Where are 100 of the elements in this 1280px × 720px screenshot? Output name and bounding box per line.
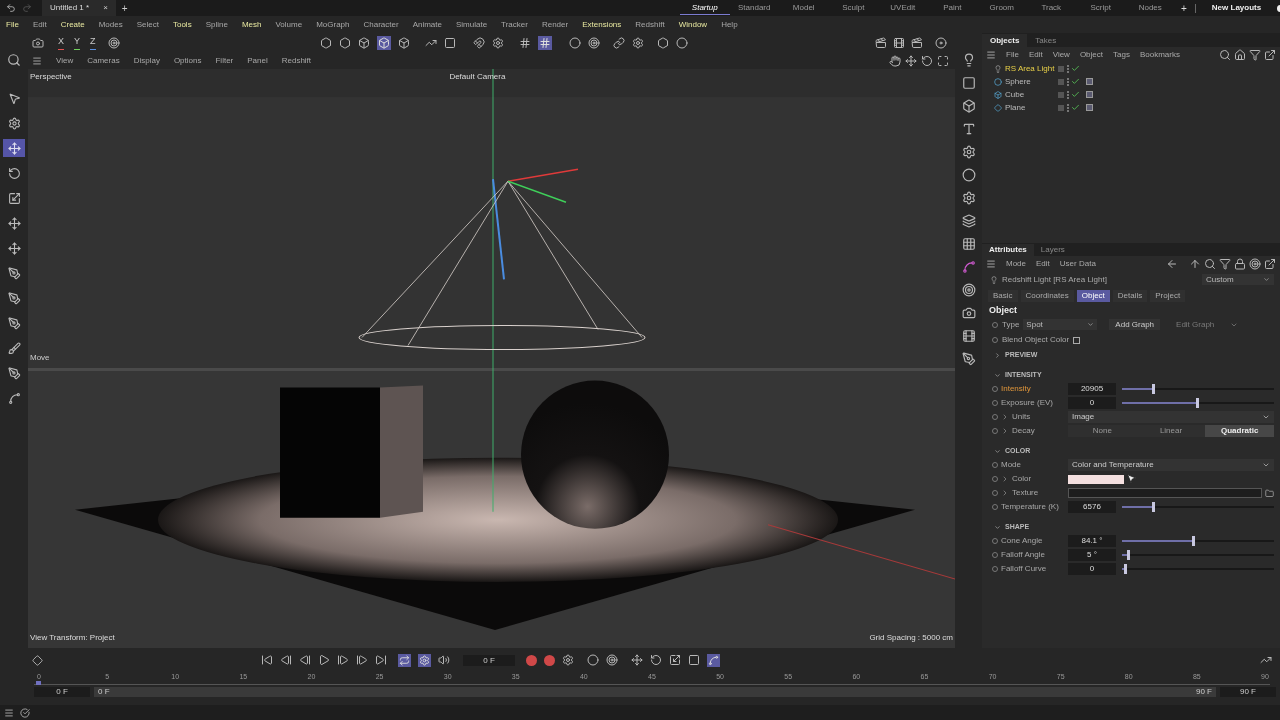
layout-tab[interactable]: Model: [779, 2, 829, 14]
move-icon[interactable]: [631, 654, 643, 666]
hexagon-icon[interactable]: [338, 36, 351, 49]
menu-item[interactable]: Tracker: [501, 18, 528, 31]
filter-icon[interactable]: [1249, 48, 1261, 61]
settings-icon[interactable]: [631, 36, 644, 49]
snap-grid-button[interactable]: [537, 35, 552, 50]
dropdown[interactable]: Color and Temperature: [1068, 459, 1274, 471]
segment-option[interactable]: Quadratic: [1205, 425, 1274, 437]
range-bar[interactable]: 0 F 90 F: [94, 686, 1216, 697]
menu-item[interactable]: Select: [136, 18, 159, 31]
number-field[interactable]: 5 °: [1068, 549, 1116, 561]
slider-thumb[interactable]: [1152, 502, 1156, 512]
maximize-icon[interactable]: [937, 54, 949, 67]
segment-option[interactable]: None: [1068, 425, 1137, 437]
viewport-menu-item[interactable]: Panel: [247, 54, 268, 67]
step-forward-icon[interactable]: [356, 654, 368, 666]
object-item[interactable]: Sphere: [994, 75, 1058, 88]
camera-icon[interactable]: [961, 306, 976, 320]
texture-field[interactable]: [1068, 488, 1262, 498]
panel-menu-item[interactable]: View: [1052, 48, 1070, 61]
play-icon[interactable]: [318, 654, 330, 666]
pen-icon[interactable]: [961, 352, 976, 366]
hexagon-icon[interactable]: [656, 36, 669, 49]
panel-menu-item[interactable]: Object: [1079, 48, 1103, 61]
number-field[interactable]: 84.1 °: [1068, 535, 1116, 547]
layout-tab[interactable]: Startup: [680, 1, 730, 15]
graph-icon[interactable]: [1260, 654, 1272, 666]
point-level-button[interactable]: [707, 653, 720, 667]
circle-icon[interactable]: [568, 36, 581, 49]
axis-toggle[interactable]: Y: [74, 35, 81, 50]
gear-icon[interactable]: [961, 191, 976, 205]
auto-button[interactable]: [418, 653, 431, 667]
document-tab[interactable]: Untitled 1 * ×: [42, 0, 116, 16]
panel-tab[interactable]: Attributes: [982, 244, 1034, 256]
gear-icon[interactable]: [961, 145, 976, 159]
end-frame-field[interactable]: 90 F: [1220, 686, 1276, 697]
menu-icon[interactable]: [4, 707, 14, 718]
new-tab-button[interactable]: +: [121, 0, 128, 16]
search-icon[interactable]: [1204, 257, 1216, 270]
search-icon[interactable]: [1219, 48, 1231, 61]
expand-icon[interactable]: [1001, 489, 1009, 497]
add-layout-button[interactable]: +: [1181, 0, 1187, 16]
menu-item[interactable]: Simulate: [456, 18, 488, 31]
parameter-icon[interactable]: [688, 654, 700, 666]
number-field[interactable]: 0: [1068, 563, 1116, 575]
circle-icon[interactable]: [961, 168, 976, 182]
object-item[interactable]: Plane: [994, 101, 1058, 114]
panel-menu-item[interactable]: Tags: [1113, 48, 1130, 61]
back-icon[interactable]: [1166, 257, 1178, 270]
scale-icon[interactable]: [669, 654, 681, 666]
object-item[interactable]: Cube: [994, 88, 1058, 101]
search-icon[interactable]: [7, 53, 21, 67]
film-icon[interactable]: [961, 329, 976, 343]
square-icon[interactable]: [961, 76, 976, 90]
camera-icon[interactable]: [32, 36, 44, 49]
attribute-tab[interactable]: Object: [1076, 289, 1110, 302]
menu-item[interactable]: Tools: [172, 18, 192, 31]
menu-icon[interactable]: [986, 258, 996, 269]
move-icon[interactable]: [905, 54, 917, 67]
panel-menu-item[interactable]: Mode: [1006, 257, 1026, 270]
panel-menu-item[interactable]: Edit: [1028, 48, 1043, 61]
film-icon[interactable]: [893, 36, 905, 49]
slider-thumb[interactable]: [1191, 536, 1195, 546]
layout-tab[interactable]: Paint: [927, 2, 977, 14]
preset-dropdown[interactable]: Custom: [1202, 274, 1274, 285]
viewport-menu-item[interactable]: Filter: [215, 54, 234, 67]
clapperboard-icon[interactable]: [911, 36, 923, 49]
checkbox[interactable]: [1073, 336, 1081, 344]
skip-forward-icon[interactable]: [375, 654, 387, 666]
menu-item[interactable]: MoGraph: [316, 18, 350, 31]
number-field[interactable]: 6576: [1068, 501, 1116, 513]
layout-tab[interactable]: Script: [1076, 2, 1126, 14]
segment-option[interactable]: Linear: [1136, 425, 1206, 437]
panel-tab[interactable]: Layers: [1033, 244, 1072, 256]
box-icon[interactable]: [397, 36, 410, 49]
menu-item[interactable]: Modes: [98, 18, 123, 31]
sound-icon[interactable]: [438, 654, 450, 666]
menu-item[interactable]: Animate: [412, 18, 442, 31]
tool-button[interactable]: [3, 139, 25, 157]
menu-item[interactable]: Character: [363, 18, 399, 31]
home-icon[interactable]: [1234, 48, 1246, 61]
circle-icon[interactable]: [675, 36, 688, 49]
box-icon[interactable]: [357, 36, 370, 49]
panel-tab[interactable]: Objects: [982, 34, 1028, 47]
layout-tab[interactable]: Standard: [729, 2, 779, 14]
auto-key-button[interactable]: [544, 654, 555, 666]
target-icon[interactable]: [961, 283, 976, 297]
dropdown[interactable]: Image: [1068, 411, 1274, 423]
attribute-tab[interactable]: Project: [1150, 289, 1186, 302]
number-field[interactable]: 0: [1068, 397, 1116, 409]
spline-icon[interactable]: [961, 260, 976, 274]
magnet-icon[interactable]: [472, 36, 485, 49]
grid-icon[interactable]: [961, 237, 976, 251]
viewport-menu-item[interactable]: Options: [173, 54, 202, 67]
close-button[interactable]: ×: [103, 2, 108, 14]
expand-icon[interactable]: [1001, 413, 1009, 421]
filter-icon[interactable]: [1219, 257, 1231, 270]
external-link-icon[interactable]: [1264, 48, 1276, 61]
step-back-icon[interactable]: [299, 654, 311, 666]
